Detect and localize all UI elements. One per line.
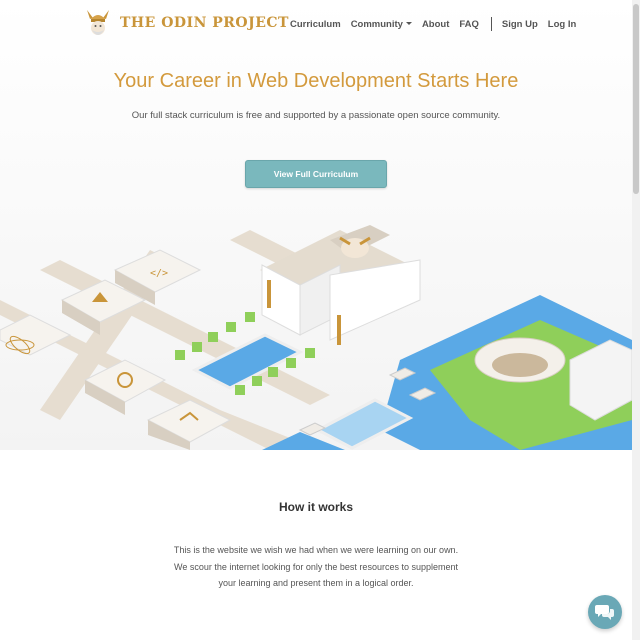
nav-about-link[interactable]: About (422, 19, 449, 30)
brand-logo[interactable]: THE ODIN PROJECT (84, 6, 289, 40)
nav-faq-link[interactable]: FAQ (459, 19, 479, 30)
hero-section: THE ODIN PROJECT Curriculum Community Ab… (0, 0, 632, 450)
brand-name: THE ODIN PROJECT (120, 15, 289, 31)
main-nav: Curriculum Community About FAQ Sign Up L… (290, 17, 576, 31)
nav-curriculum-link[interactable]: Curriculum (290, 19, 341, 30)
nav-log-in-link[interactable]: Log In (548, 19, 577, 30)
nav-sign-up-link[interactable]: Sign Up (502, 19, 538, 30)
hero-subtitle: Our full stack curriculum is free and su… (131, 110, 501, 121)
chat-bubbles-icon (595, 605, 614, 620)
view-curriculum-button[interactable]: View Full Curriculum (245, 160, 387, 188)
top-navbar: THE ODIN PROJECT Curriculum Community Ab… (0, 0, 632, 46)
how-it-works-body: This is the website we wish we had when … (173, 545, 459, 588)
viking-helmet-icon (87, 10, 109, 35)
chat-button[interactable] (588, 595, 622, 629)
isometric-city-icon: </> (0, 225, 632, 450)
hero-title: Your Career in Web Development Starts He… (113, 70, 519, 92)
nav-community-label: Community (350, 18, 403, 30)
nav-divider (490, 17, 492, 31)
how-it-works-title: How it works (278, 500, 353, 514)
page-scrollbar[interactable] (632, 0, 640, 640)
svg-text:</>: </> (150, 268, 168, 279)
nav-community-dropdown[interactable]: Community (351, 19, 412, 30)
chevron-down-icon (405, 22, 412, 26)
scrollbar-thumb[interactable] (633, 4, 639, 194)
